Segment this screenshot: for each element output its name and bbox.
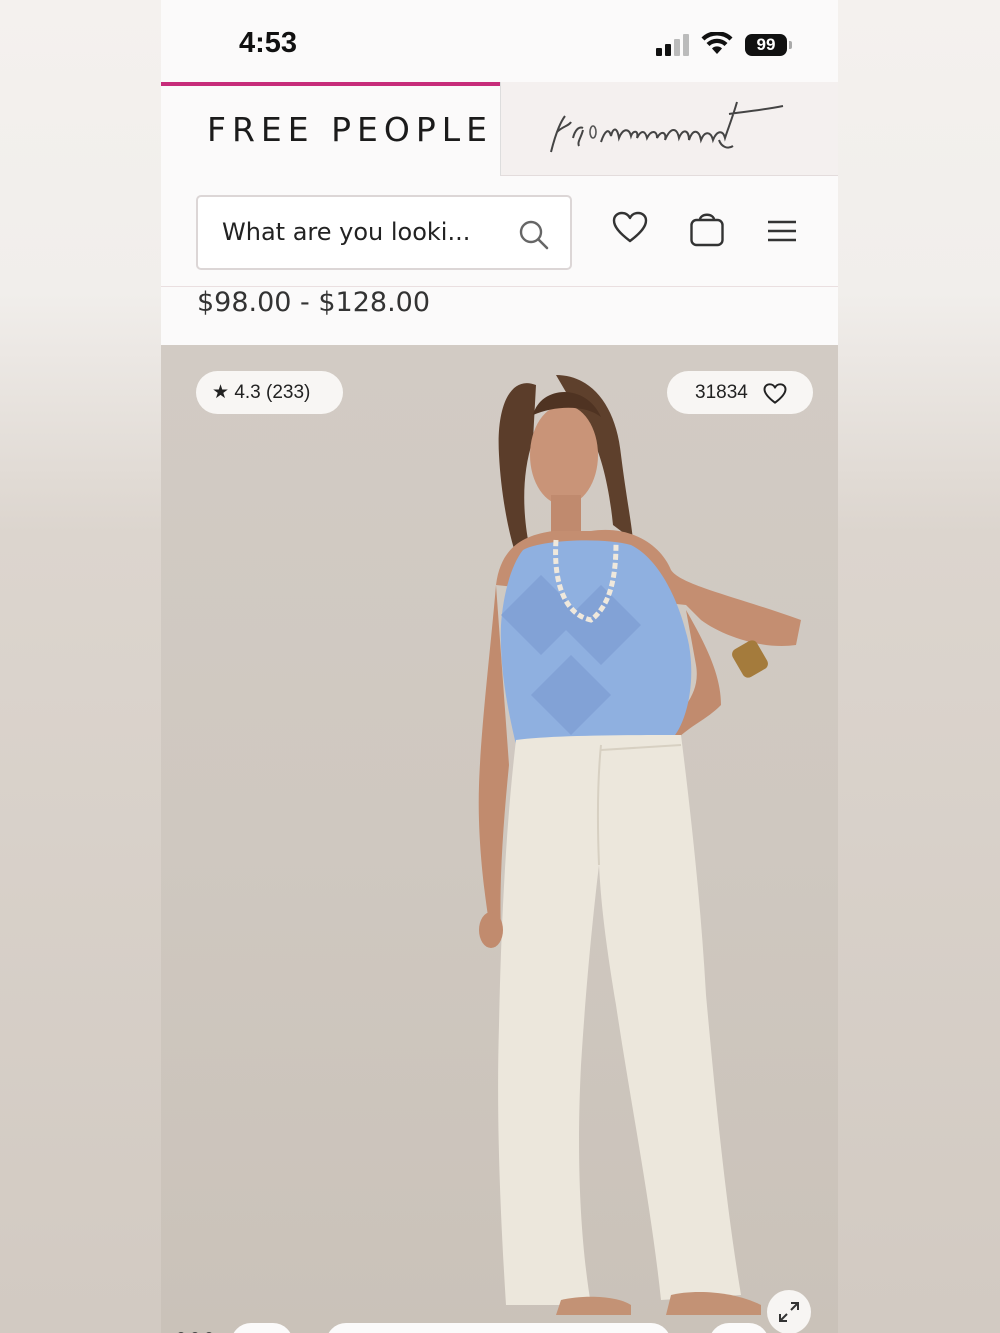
tab-free-people[interactable]: FREE PEOPLE <box>161 82 500 176</box>
search-header <box>161 176 838 287</box>
background-blur-left <box>0 0 161 1333</box>
free-people-logo: FREE PEOPLE <box>207 110 493 149</box>
rating-value: 4.3 (233) <box>234 382 311 403</box>
heart-icon <box>763 383 787 404</box>
phone-screen: 4:53 99 FREE PEOPLE What are you looki..… <box>161 0 838 1333</box>
search-box[interactable] <box>196 195 572 270</box>
expand-image-button[interactable] <box>767 1290 811 1333</box>
shopping-bag-icon[interactable] <box>689 208 725 248</box>
cellular-signal-icon <box>656 34 692 56</box>
price-bar: $98.00 - $128.00 <box>161 287 838 345</box>
fp-movement-logo <box>550 101 784 153</box>
tab-fp-movement[interactable] <box>500 82 838 176</box>
price-range: $98.00 - $128.00 <box>197 287 431 318</box>
model-photo <box>478 375 801 1315</box>
wifi-icon <box>701 32 733 54</box>
likes-badge[interactable]: 31834 <box>667 371 813 414</box>
rating-badge[interactable]: ★ 4.3 (233) <box>196 371 343 414</box>
battery-tip <box>789 41 792 49</box>
likes-count: 31834 <box>695 382 748 403</box>
background-blur-right <box>838 0 1000 1333</box>
star-icon: ★ <box>212 382 230 403</box>
search-icon[interactable] <box>518 219 550 251</box>
status-time: 4:53 <box>239 27 298 59</box>
expand-icon <box>779 1302 799 1322</box>
battery-indicator: 99 <box>745 34 787 56</box>
carousel-dots <box>177 1327 219 1333</box>
brand-tabs: FREE PEOPLE <box>161 82 838 176</box>
search-input[interactable] <box>222 218 502 246</box>
bottom-bar-edge <box>326 1323 671 1333</box>
product-image[interactable]: ★ 4.3 (233) 31834 <box>161 345 838 1333</box>
wishlist-heart-icon[interactable] <box>612 211 648 243</box>
status-bar: 4:53 99 <box>161 0 838 82</box>
menu-hamburger-icon[interactable] <box>767 220 797 242</box>
